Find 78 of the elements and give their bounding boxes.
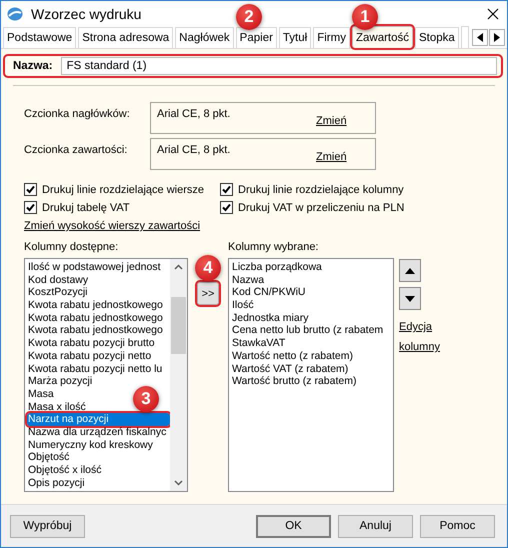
triangle-down-icon [405,296,415,302]
scroll-thumb[interactable] [171,297,186,354]
dialog-button[interactable]: Wypróbuj [10,514,85,538]
list-item[interactable]: StawkaVAT [231,337,286,350]
tab[interactable]: Nagłówek [175,27,234,48]
scrollbar[interactable] [170,259,187,491]
list-item[interactable]: Objętość x ilość [27,464,103,477]
checkbox[interactable] [220,183,233,196]
tab[interactable]: Zawartość [352,26,414,48]
scroll-left-button[interactable] [472,29,488,46]
list-item[interactable]: Kod dostawy [27,274,90,286]
available-columns-list[interactable] [24,258,188,492]
checkbox-label: Drukuj tabelę VAT [42,202,130,214]
list-item[interactable]: Liczba porządkowa [231,261,323,274]
checkbox-label: Drukuj VAT w przeliczeniu na PLN [238,202,404,214]
font-label: Czcionka zawartości: [24,143,128,158]
move-down-button[interactable] [399,287,421,310]
tab[interactable]: Podstawowe [3,27,76,48]
list-item[interactable]: Wartość brutto (z rabatem) [231,375,358,388]
dialog-button[interactable]: Pomoc [420,514,495,538]
app-logo-icon [7,6,23,20]
list-item[interactable]: Masa [27,388,55,401]
list-item[interactable]: Kwota rabatu jednostkowego [27,324,164,338]
list-item[interactable]: Jednostka miary [231,312,310,324]
selected-columns-list[interactable]: Liczba porządkowa Nazwa Kod CN/PKWiU Ilość Jednostka miary Cena netto lub brutto (z rabatem StawkaVAT Wartość netto (z rabatem) Wartość VAT (z rabatem) Wartość brutto (z rabatem) [228,258,394,492]
triangle-up-icon [405,268,415,274]
list-item[interactable]: Wartość netto (z rabatem) [231,350,354,362]
scroll-right-button[interactable] [489,29,505,46]
checkbox-label: Drukuj linie rozdzielające kolumny [238,184,404,196]
list-item[interactable]: KosztPozycji [27,286,89,300]
tab[interactable]: Strona adresowa [78,27,174,48]
checkbox[interactable] [24,183,37,196]
add-button[interactable]: >> [197,282,219,305]
list-item[interactable]: Kod CN/PKWiU [231,286,307,300]
list-item[interactable]: Kwota rabatu pozycji netto [27,350,152,362]
list-item[interactable]: Kwota rabatu pozycji netto lu [27,362,164,376]
tab[interactable]: Stopka [415,27,459,48]
font-value: Arial CE, 8 pkt. [157,144,230,156]
list-item[interactable]: Kwota rabatu jednostkowego [27,312,164,324]
triangle-left-icon [476,33,484,42]
dialog-button[interactable]: Anuluj [338,514,413,538]
change-link[interactable]: Zmień [316,115,347,127]
name-field[interactable]: FS standard (1) [60,57,497,75]
close-icon[interactable] [487,8,499,20]
list-item[interactable]: Opis pozycji [27,476,86,490]
font-label: Czcionka nagłówków: [24,107,131,122]
list-item[interactable]: Nazwa [231,274,266,286]
list-item[interactable]: Kwota rabatu pozycji brutto [27,337,156,350]
number-badge: 3 [133,386,159,412]
list-item[interactable]: Kwota rabatu jednostkowego [27,299,164,312]
change-link[interactable]: Zmień [316,151,347,163]
checkbox-label: Drukuj linie rozdzielające wiersze [42,184,204,196]
checkbox[interactable] [220,201,233,214]
name-label: Nazwa: [13,60,53,72]
tab[interactable]: Firmy [313,27,350,48]
triangle-right-icon [493,33,501,42]
list-item[interactable]: Cena netto lub brutto (z rabatem [231,324,384,338]
list-item[interactable]: Nazwa dla urządzeń fiskalnyc [27,426,168,439]
tab[interactable]: Papier [236,27,277,48]
list-item[interactable]: Marża pozycji [27,375,94,388]
list-label: Kolumny dostępne: [24,241,120,253]
edit-columns-link[interactable]: Edycja kolumny [399,317,447,357]
checkbox[interactable] [24,201,37,214]
dialog-button[interactable]: OK [256,514,331,538]
window-title: Wzorzec wydruku [31,6,142,22]
list-item[interactable]: Wartość VAT (z rabatem) [231,362,350,376]
font-value: Arial CE, 8 pkt. [157,108,230,120]
list-item[interactable]: Ilość w podstawowej jednost [27,261,162,274]
number-badge: 4 [195,255,221,281]
row-height-link[interactable]: Zmień wysokość wierszy zawartości [24,220,501,232]
list-label: Kolumny wybrane: [228,241,320,253]
list-item[interactable]: Objętość [27,451,70,464]
list-item[interactable]: Masa x ilość [27,400,87,414]
list-item[interactable]: Ilość [231,299,255,312]
list-item[interactable]: Narzut na pozycji [27,413,170,426]
move-up-button[interactable] [399,259,421,282]
tab[interactable]: Tytuł [278,27,312,48]
list-item[interactable]: Numeryczny kod kreskowy [27,438,154,452]
